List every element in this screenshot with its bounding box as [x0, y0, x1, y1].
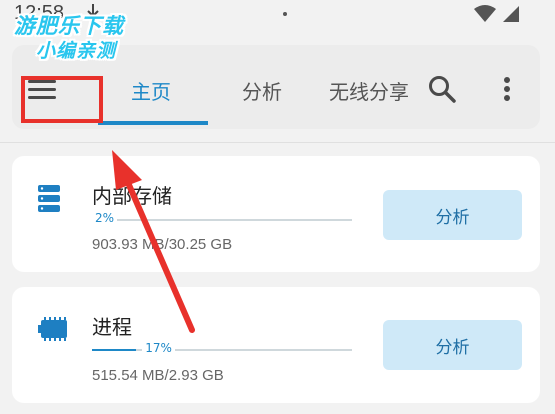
process-size: 515.54 MB/2.93 GB: [92, 367, 224, 384]
process-card[interactable]: 进程 17% 515.54 MB/2.93 GB 分析: [12, 287, 540, 403]
toolbar-divider: [0, 142, 555, 143]
more-vertical-icon[interactable]: [501, 76, 513, 104]
process-progress-fill: [92, 349, 137, 351]
watermark: 游肥乐下载 小编亲测: [0, 0, 170, 64]
internal-storage-card[interactable]: 内部存储 2% 903.93 MB/30.25 GB 分析: [12, 156, 540, 272]
process-analyze-button[interactable]: 分析: [383, 320, 522, 370]
tab-analyze[interactable]: 分析: [242, 76, 282, 105]
tab-home[interactable]: 主页: [131, 76, 171, 105]
active-tab-indicator: [98, 121, 208, 125]
battery-icon: [503, 6, 519, 22]
storage-size: 903.93 MB/30.25 GB: [92, 236, 233, 253]
process-progress-label: 17%: [142, 341, 175, 355]
search-icon[interactable]: [427, 74, 457, 104]
watermark-line-2: 小编亲测: [36, 40, 117, 62]
notification-dot-icon: [283, 12, 287, 16]
storage-progress-label: 2%: [92, 211, 118, 225]
storage-progress-bar: 2%: [92, 211, 352, 225]
process-progress-bar: 17%: [92, 341, 352, 355]
tab-wireless-share[interactable]: 无线分享: [329, 76, 419, 105]
chip-icon: [38, 317, 67, 341]
storage-analyze-button[interactable]: 分析: [383, 190, 522, 240]
process-title: 进程: [92, 315, 132, 339]
storage-title: 内部存储: [92, 184, 172, 208]
storage-icon: [38, 185, 60, 212]
menu-highlight-box: [21, 76, 103, 123]
wifi-icon: [474, 5, 496, 22]
